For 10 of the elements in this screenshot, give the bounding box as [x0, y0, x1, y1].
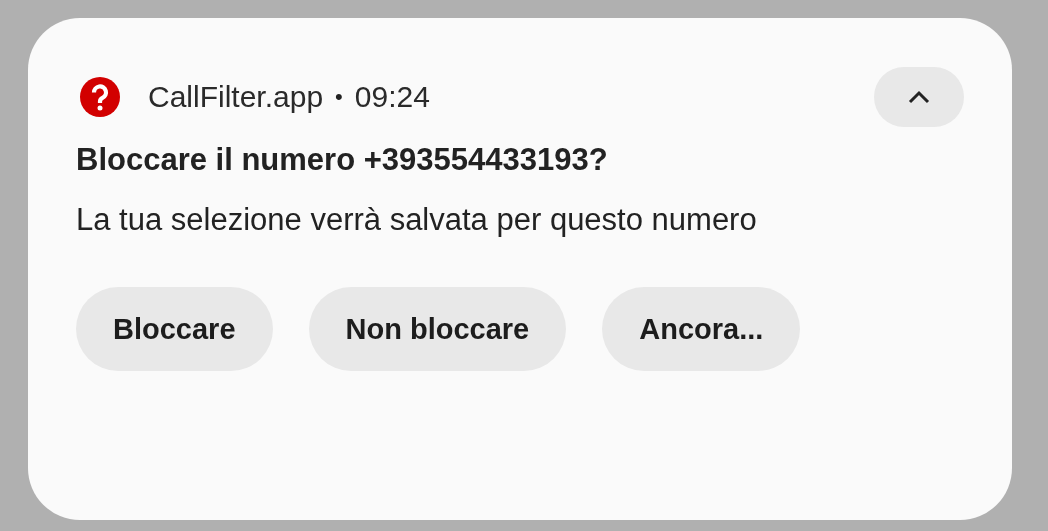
action-button[interactable]: Non bloccare: [308, 287, 567, 371]
notification-body: La tua selezione verrà salvata per questo numero: [76, 201, 758, 239]
action-button[interactable]: Bloccare: [76, 287, 273, 371]
notification-title: Bloccare il numero +393554433193?: [76, 142, 609, 178]
separator: •: [335, 84, 343, 110]
app-name: CallFilter.app: [148, 80, 324, 114]
notification-time: 09:24: [354, 80, 430, 114]
action-button[interactable]: Ancora...: [602, 287, 801, 371]
question-icon: [80, 77, 120, 117]
chevron-icon: [907, 89, 931, 105]
